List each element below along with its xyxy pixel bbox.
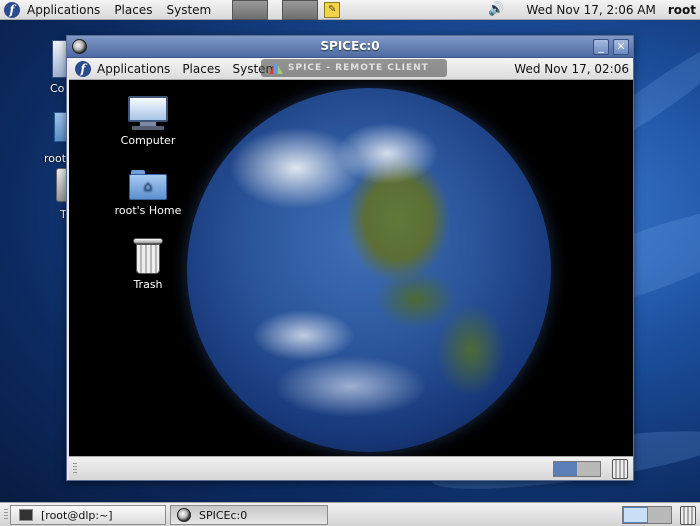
workspace-2[interactable]	[648, 507, 671, 523]
volume-icon[interactable]: 🔊	[488, 2, 508, 18]
trash-applet-icon[interactable]	[680, 506, 696, 525]
host-clock[interactable]: Wed Nov 17, 2:06 AM	[526, 3, 655, 17]
task-label: [root@dlp:~]	[41, 508, 113, 522]
desktop-icon-label: Trash	[133, 278, 163, 291]
host-bottom-panel: [root@dlp:~] SPICEc:0	[0, 502, 700, 526]
home-desktop-icon[interactable]: ⌂ root's Home	[103, 170, 193, 217]
spice-app-icon	[177, 508, 191, 522]
guest-top-panel: f Applications Places System Wed Nov 17,…	[69, 58, 633, 80]
fedora-logo-icon[interactable]: f	[4, 1, 20, 18]
desktop-icon-label: root's Home	[114, 204, 182, 217]
window-titlebar[interactable]: SPICEc:0 _ ✕	[67, 36, 633, 58]
earth-wallpaper	[187, 88, 551, 452]
close-button[interactable]: ✕	[613, 39, 629, 55]
fedora-logo-icon[interactable]: f	[75, 60, 91, 77]
menu-places[interactable]: Places	[107, 0, 159, 20]
guest-desktop: Computer ⌂ root's Home Trash	[69, 80, 633, 456]
guest-bottom-panel	[69, 456, 633, 480]
guest-clock[interactable]: Wed Nov 17, 02:06	[514, 62, 629, 76]
taskbar-spice[interactable]: SPICEc:0	[170, 505, 328, 525]
host-workspace-switcher[interactable]	[622, 506, 672, 524]
user-menu[interactable]: root	[668, 3, 696, 17]
spice-overlay-label: SPICE - REMOTE CLIENT	[288, 63, 429, 73]
trash-applet-icon[interactable]	[612, 459, 628, 479]
computer-icon	[128, 96, 168, 130]
window-title: SPICEc:0	[320, 39, 380, 53]
workspace-switcher[interactable]	[553, 461, 601, 477]
host-icon-label: Co	[50, 82, 65, 95]
taskbar-terminal[interactable]: [root@dlp:~]	[10, 505, 166, 525]
menu-system[interactable]: System	[159, 0, 218, 20]
minimize-button[interactable]: _	[593, 39, 609, 55]
spice-client-window: SPICEc:0 _ ✕ f Applications Places Syste…	[66, 35, 634, 481]
menu-applications[interactable]: Applications	[20, 0, 107, 20]
computer-desktop-icon[interactable]: Computer	[103, 96, 193, 147]
workspace-1[interactable]	[554, 462, 577, 476]
trash-icon	[133, 238, 163, 274]
launcher-icon[interactable]	[282, 0, 319, 20]
workspace-1[interactable]	[623, 507, 648, 523]
spice-logo-icon	[269, 62, 283, 74]
host-top-panel: f Applications Places System ✎ 🔊 Wed Nov…	[0, 0, 700, 20]
panel-grip-icon[interactable]	[73, 463, 77, 475]
panel-grip-icon[interactable]	[4, 509, 8, 521]
note-launcher-icon[interactable]: ✎	[324, 1, 341, 18]
guest-menu-applications[interactable]: Applications	[91, 58, 176, 80]
trash-desktop-icon[interactable]: Trash	[103, 238, 193, 291]
launcher-icon[interactable]	[232, 0, 269, 20]
task-label: SPICEc:0	[199, 508, 248, 522]
terminal-icon	[19, 509, 33, 521]
workspace-2[interactable]	[577, 462, 600, 476]
spice-remote-client-bar[interactable]: SPICE - REMOTE CLIENT	[261, 59, 447, 77]
home-folder-icon: ⌂	[129, 170, 167, 200]
desktop-icon-label: Computer	[120, 134, 176, 147]
guest-menu-places[interactable]: Places	[176, 58, 226, 80]
